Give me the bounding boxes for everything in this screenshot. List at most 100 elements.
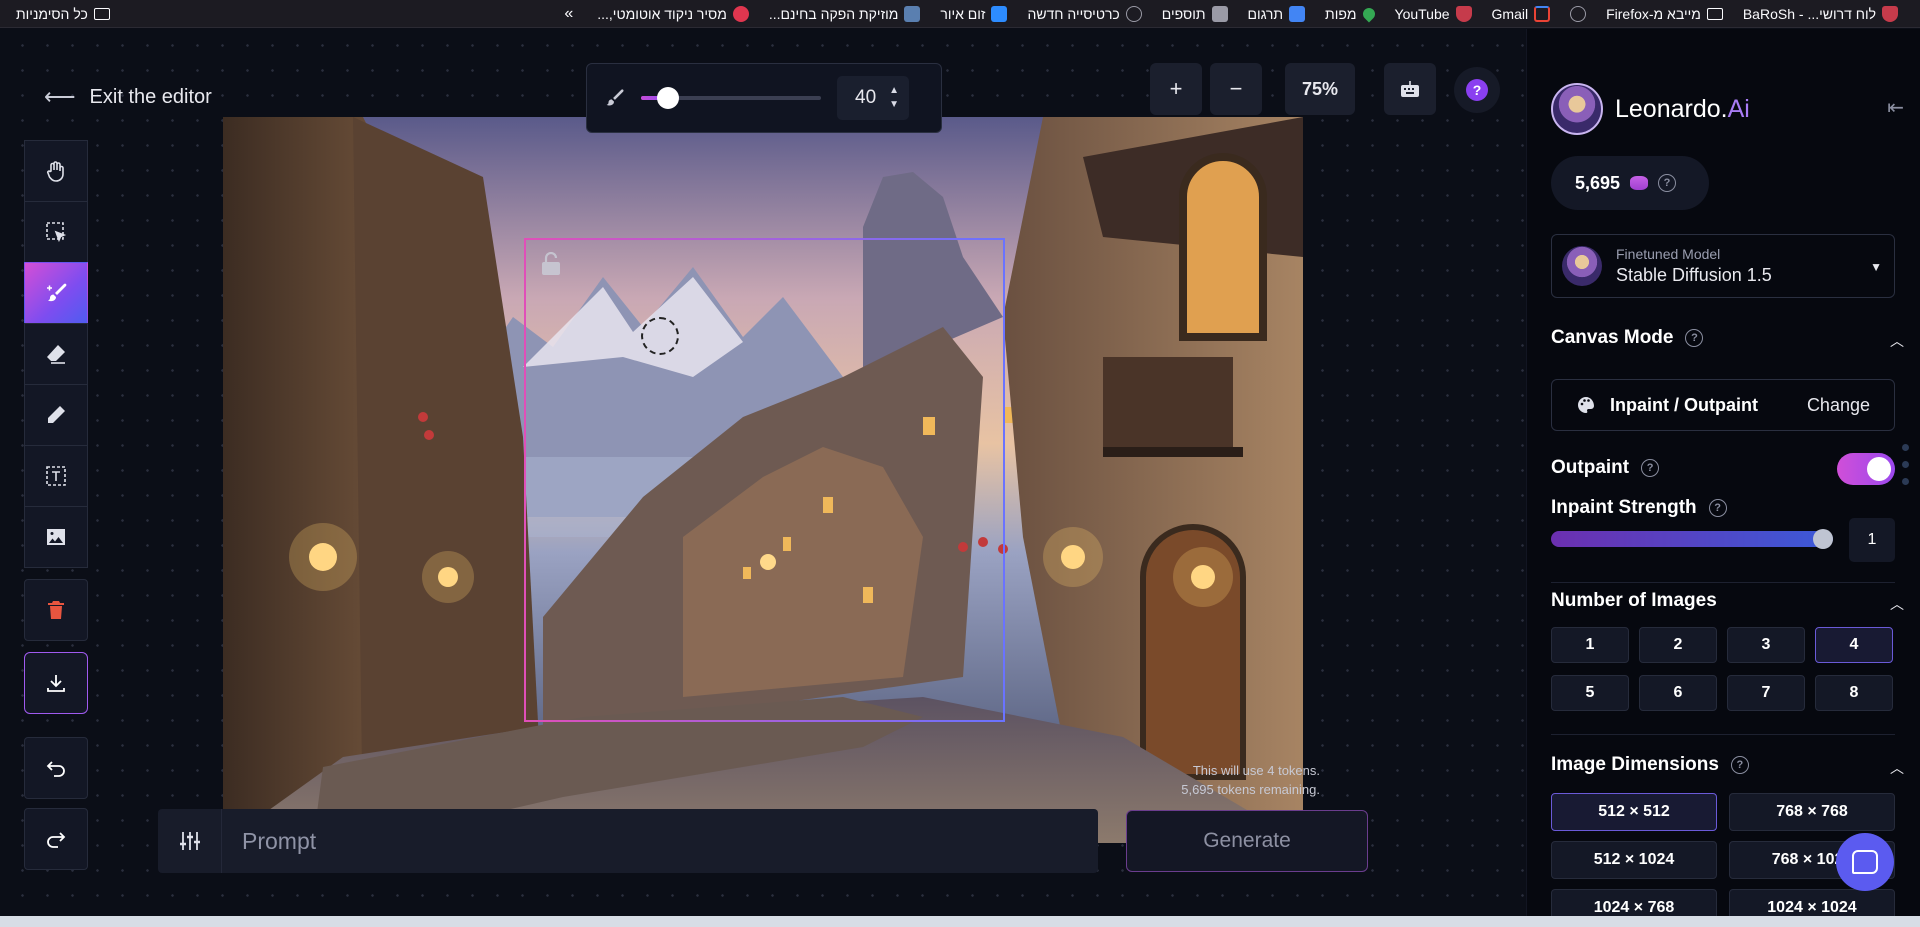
brush-size-slider[interactable]: [641, 87, 821, 109]
bookmark-extensions[interactable]: תוספים: [1152, 0, 1238, 28]
generate-button[interactable]: Generate: [1126, 810, 1368, 872]
bookmark-music[interactable]: מוזיקת הפקה בחינם...: [759, 0, 931, 28]
slider-handle[interactable]: [657, 87, 679, 109]
bookmark-youtube[interactable]: YouTube: [1385, 0, 1482, 28]
canvas-mode-label: Canvas Mode: [1551, 327, 1674, 348]
canvas-mode-value: Inpaint / Outpaint: [1576, 395, 1807, 416]
token-balance[interactable]: 5,695 ?: [1551, 156, 1709, 210]
canvas-area[interactable]: ⟵ Exit the editor 40 ▲ ▼ + − 75% ? This …: [0, 29, 1526, 917]
help-icon[interactable]: ?: [1641, 459, 1660, 477]
bookmark-gmail[interactable]: Gmail: [1482, 0, 1561, 28]
all-bookmarks-label: כל הסימניות: [16, 5, 88, 22]
image-dimensions-title: Image Dimensions ?: [1551, 754, 1749, 776]
select-tool[interactable]: [24, 201, 88, 263]
delete-tool[interactable]: [24, 579, 88, 641]
zoom-icon: [991, 5, 1008, 22]
bookmark-maps[interactable]: מפות: [1315, 0, 1384, 28]
generation-frame[interactable]: [524, 238, 1005, 722]
exit-editor-button[interactable]: ⟵ Exit the editor: [44, 84, 212, 110]
dimension-option[interactable]: 1024 × 768: [1551, 889, 1717, 917]
puzzle-icon: [1211, 5, 1228, 22]
bookmark-label: מייבא מ-Firefox: [1606, 5, 1701, 22]
brush-size-input[interactable]: 40 ▲ ▼: [837, 76, 909, 120]
generate-label: Generate: [1203, 829, 1291, 852]
bookmark-label: YouTube: [1394, 5, 1450, 22]
help-icon[interactable]: ?: [1685, 329, 1704, 347]
brush-cursor: [641, 317, 679, 355]
change-mode-button[interactable]: Change: [1807, 395, 1870, 416]
user-avatar[interactable]: [1551, 83, 1603, 135]
brush-size-panel: 40 ▲ ▼: [586, 63, 942, 133]
bookmark-label: תוספים: [1161, 5, 1206, 22]
dimension-option[interactable]: 512 × 1024: [1551, 841, 1717, 879]
download-icon: [47, 675, 65, 692]
num-images-option[interactable]: 6: [1639, 675, 1717, 711]
dimension-option[interactable]: 768 × 768: [1729, 793, 1895, 831]
canvas-mode-box: Inpaint / Outpaint Change: [1551, 379, 1895, 431]
collapse-sidebar-icon[interactable]: ⇤: [1887, 95, 1904, 120]
bookmark-label: Gmail: [1491, 5, 1529, 22]
arrow-left-icon: ⟵: [44, 84, 76, 109]
bookmark-firefox-import[interactable]: מייבא מ-Firefox: [1596, 0, 1733, 28]
inpaint-strength-slider[interactable]: [1551, 531, 1833, 547]
all-bookmarks-button[interactable]: כל הסימניות: [0, 6, 126, 22]
inpaint-strength-input[interactable]: 1: [1849, 518, 1895, 562]
brush-size-value: 40: [855, 87, 877, 108]
brand-suffix: Ai: [1727, 94, 1750, 123]
keyboard-shortcuts-button[interactable]: [1384, 63, 1436, 115]
chevron-up-icon[interactable]: ︿: [1890, 331, 1904, 351]
num-images-option[interactable]: 7: [1727, 675, 1805, 711]
model-selector[interactable]: Finetuned Model Stable Diffusion 1.5 ▼: [1551, 234, 1895, 298]
pen-tool[interactable]: [24, 384, 88, 446]
pan-tool[interactable]: [24, 140, 88, 202]
inpaint-strength-title: Inpaint Strength ?: [1551, 497, 1727, 519]
help-icon[interactable]: ?: [1658, 174, 1677, 192]
prompt-input[interactable]: Prompt: [242, 828, 316, 855]
num-images-option[interactable]: 8: [1815, 675, 1893, 711]
unlock-icon[interactable]: [540, 252, 562, 276]
bookmark-barosh[interactable]: לוח דרושי... - BaRoSh: [1733, 0, 1908, 28]
bookmark-zoom[interactable]: זום איור: [930, 0, 1017, 28]
prompt-settings-button[interactable]: [158, 809, 222, 873]
stepper-icon[interactable]: ▲ ▼: [889, 84, 899, 112]
dimension-option-selected[interactable]: 512 × 512: [1551, 793, 1717, 831]
shield-icon: [1455, 5, 1472, 22]
help-icon[interactable]: ?: [1730, 756, 1749, 774]
chevron-up-icon[interactable]: ︿: [1890, 758, 1904, 778]
num-images-option[interactable]: 3: [1727, 627, 1805, 663]
download-tool[interactable]: [24, 652, 88, 714]
undo-tool[interactable]: [24, 737, 88, 799]
bookmarks-overflow-button[interactable]: »: [550, 5, 587, 23]
outpaint-title: Outpaint ?: [1551, 457, 1660, 479]
bookmark-globe[interactable]: [1560, 0, 1596, 28]
support-chat-button[interactable]: [1836, 833, 1894, 891]
erase-tool[interactable]: [24, 323, 88, 385]
help-button[interactable]: ?: [1454, 67, 1500, 113]
slider-handle[interactable]: [1813, 529, 1833, 549]
num-images-option[interactable]: 2: [1639, 627, 1717, 663]
num-images-option[interactable]: 5: [1551, 675, 1629, 711]
dimension-option[interactable]: 1024 × 1024: [1729, 889, 1895, 917]
help-icon[interactable]: ?: [1708, 499, 1727, 517]
text-tool[interactable]: [24, 445, 88, 507]
select-icon: [46, 222, 67, 243]
bookmark-niqqud[interactable]: מסיר ניקוד אוטומטי,...: [587, 0, 759, 28]
draw-mask-tool[interactable]: [24, 262, 88, 324]
chevron-up-icon[interactable]: ︿: [1890, 594, 1904, 614]
model-label: Finetuned Model: [1616, 246, 1721, 262]
candy-icon: [732, 5, 749, 22]
outpaint-toggle[interactable]: [1837, 453, 1895, 485]
redo-tool[interactable]: [24, 808, 88, 870]
zoom-level[interactable]: 75%: [1285, 63, 1355, 115]
num-images-option-selected[interactable]: 4: [1815, 627, 1893, 663]
gmail-icon: [1534, 5, 1551, 22]
canvas-mode-title: Canvas Mode ?: [1551, 327, 1704, 349]
bookmark-new-tab[interactable]: כרטיסייה חדשה: [1017, 0, 1151, 28]
bookmark-translate[interactable]: תרגום: [1238, 0, 1316, 28]
zoom-in-button[interactable]: +: [1150, 63, 1202, 115]
image-icon: [47, 529, 65, 545]
num-images-option[interactable]: 1: [1551, 627, 1629, 663]
image-tool[interactable]: [24, 506, 88, 568]
zoom-out-button[interactable]: −: [1210, 63, 1262, 115]
bookmark-label: תרגום: [1247, 5, 1284, 22]
